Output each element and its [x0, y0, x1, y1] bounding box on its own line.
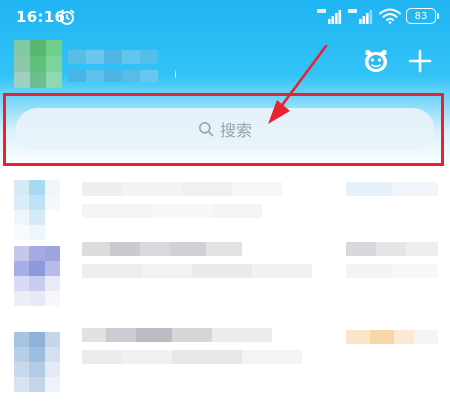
chat-preview-blurred: [82, 264, 312, 278]
list-item[interactable]: [0, 238, 450, 322]
avatar[interactable]: [14, 40, 62, 88]
battery-level: 83: [414, 10, 428, 22]
signal-icon: [317, 9, 342, 24]
username-blurred: [68, 50, 158, 64]
profile-area[interactable]: i: [14, 40, 214, 94]
wifi-icon: [379, 8, 401, 24]
avatar: [14, 180, 60, 240]
mascot-icon[interactable]: [361, 46, 391, 76]
chat-preview-blurred: [82, 350, 302, 364]
chat-badge-blurred: [346, 330, 438, 344]
username-suffix: i: [174, 68, 178, 81]
chat-time-blurred: [346, 182, 438, 196]
chat-title-blurred: [82, 242, 242, 256]
username-subline: [68, 70, 158, 82]
annotation-highlight-box: [3, 93, 444, 166]
status-icons: 83: [317, 8, 439, 24]
chat-time-blurred: [346, 242, 438, 256]
status-bar: 16:16 83: [0, 0, 450, 34]
chat-badge-blurred: [346, 264, 438, 278]
signal-icon-2: [348, 9, 373, 24]
alarm-icon: [59, 9, 75, 25]
chat-title-blurred: [82, 328, 272, 342]
chat-list: [0, 168, 450, 420]
annotation-arrow: [268, 44, 328, 124]
chat-title-blurred: [82, 182, 282, 196]
chat-preview-blurred: [82, 204, 262, 218]
plus-icon[interactable]: [406, 47, 434, 75]
avatar: [14, 332, 60, 392]
list-item[interactable]: [0, 324, 450, 408]
battery-icon: 83: [406, 8, 439, 24]
avatar: [14, 246, 60, 306]
